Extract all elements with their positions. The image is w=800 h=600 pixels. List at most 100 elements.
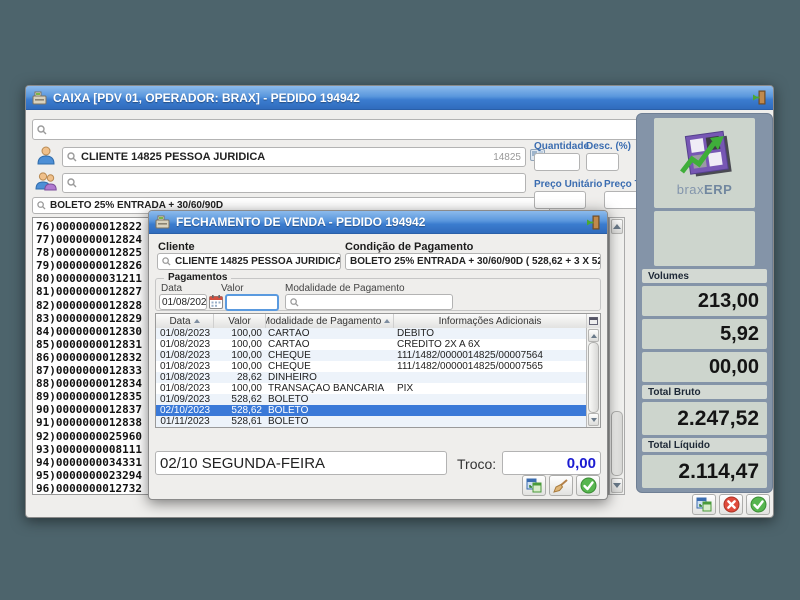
transfer-icon <box>696 497 712 512</box>
arrow-up-icon <box>591 334 597 338</box>
item-list-scrollbar[interactable] <box>609 217 625 495</box>
preco-unitario-label: Preço Unitário <box>534 179 602 190</box>
dialog-condicao-value: BOLETO 25% ENTRADA + 30/60/90D ( 528,62 … <box>350 256 601 267</box>
payment-cell-valor: 528,62 <box>214 394 266 405</box>
clear-button[interactable] <box>549 475 573 496</box>
scroll-down-button[interactable] <box>588 413 599 426</box>
calendar-icon[interactable] <box>209 295 223 309</box>
scroll-up-button[interactable] <box>611 219 623 234</box>
fechamento-dialog: FECHAMENTO DE VENDA - PEDIDO 194942 Clie… <box>148 210 608 500</box>
due-date-display[interactable]: 02/10 SEGUNDA-FEIRA <box>155 451 447 475</box>
preco-unitario-input[interactable] <box>534 191 586 209</box>
dialog-titlebar[interactable]: FECHAMENTO DE VENDA - PEDIDO 194942 <box>149 211 607 234</box>
payment-cell-valor: 100,00 <box>214 383 266 394</box>
caixa-titlebar[interactable]: CAIXA [PDV 01, OPERADOR: BRAX] - PEDIDO … <box>26 86 773 110</box>
payment-cell-valor: 528,62 <box>214 405 266 416</box>
dialog-action-buttons <box>522 475 600 496</box>
search-icon <box>162 257 171 266</box>
payment-row[interactable]: 01/09/2023528,62BOLETO <box>156 394 587 405</box>
payment-row[interactable]: 01/08/2023100,00CHEQUE111/1482/000001482… <box>156 361 587 372</box>
exit-door-icon[interactable] <box>751 90 767 105</box>
transfer-button[interactable] <box>692 494 716 515</box>
dialog-title: FECHAMENTO DE VENDA - PEDIDO 194942 <box>176 215 579 229</box>
modalidade-label: Modalidade de Pagamento <box>285 283 405 294</box>
payment-cell-info: DÉBITO <box>394 328 587 339</box>
quantidade-label: Quantidade <box>534 141 589 152</box>
payment-cell-modalidade: CARTÃO <box>266 339 394 350</box>
data-label: Data <box>161 283 182 294</box>
cash-register-icon <box>32 91 47 105</box>
payment-cell-modalidade: BOLETO <box>266 416 394 427</box>
panel-spacer <box>654 211 755 266</box>
sort-asc-icon <box>384 319 390 323</box>
total-bruto-value: 2.247,52 <box>642 402 767 435</box>
quantidade-input[interactable] <box>534 153 580 171</box>
search-icon <box>37 201 46 210</box>
cancel-icon <box>723 496 740 513</box>
payment-row[interactable]: 01/08/2023100,00CARTÃOCRÉDITO 2X A 6X <box>156 339 587 350</box>
payment-row[interactable]: 02/10/2023528,62BOLETO <box>156 405 587 416</box>
troco-label: Troco: <box>457 456 496 472</box>
data-input[interactable]: 01/08/2023 <box>159 294 207 310</box>
payment-cell-info <box>394 372 587 383</box>
troco-field[interactable]: 0,00 <box>502 451 601 475</box>
total-liquido-value: 2.114,47 <box>642 455 767 488</box>
total-liquido-label: Total Líquido <box>642 438 767 452</box>
sort-asc-icon <box>194 319 200 323</box>
header-valor[interactable]: Valor <box>214 314 266 328</box>
scrollbar-thumb[interactable] <box>611 411 623 476</box>
header-info[interactable]: Informações Adicionais <box>394 314 587 328</box>
payment-cell-valor: 528,61 <box>214 416 266 427</box>
payment-cell-valor: 100,00 <box>214 328 266 339</box>
payment-row[interactable]: 01/08/2023100,00CARTÃODÉBITO <box>156 328 587 339</box>
payment-row[interactable]: 01/08/2023100,00CHEQUE111/1482/000001482… <box>156 350 587 361</box>
cliente-label: Cliente <box>158 241 195 253</box>
payments-table-header[interactable]: Data Valor Modalidade de Pagamento 2 Inf… <box>156 314 600 329</box>
brand-logo-block: braxERP <box>654 118 755 208</box>
broom-icon <box>553 479 569 493</box>
dialog-cliente-input[interactable]: CLIENTE 14825 PESSOA JURIDICA <box>157 253 341 270</box>
client-input[interactable]: CLIENTE 14825 PESSOA JURIDICA 14825 <box>62 147 526 167</box>
header-modalidade[interactable]: Modalidade de Pagamento 2 <box>266 314 394 328</box>
confirm-button[interactable] <box>746 494 770 515</box>
valor-label: Valor <box>221 283 244 294</box>
payment-cell-data: 01/08/2023 <box>156 339 214 350</box>
desconto-input[interactable] <box>586 153 619 171</box>
save-payments-button[interactable] <box>522 475 546 496</box>
tertiary-value: 00,00 <box>642 352 767 382</box>
payment-cell-data: 01/08/2023 <box>156 350 214 361</box>
payment-cell-data: 02/10/2023 <box>156 405 214 416</box>
payment-row[interactable]: 01/11/2023528,61BOLETO <box>156 416 587 427</box>
payment-cell-info: 111/1482/0000014825/00007565 <box>394 361 587 372</box>
exit-door-icon[interactable] <box>585 215 601 230</box>
table-scrollbar[interactable] <box>586 328 600 427</box>
dialog-condicao-input[interactable]: BOLETO 25% ENTRADA + 30/60/90D ( 528,62 … <box>345 253 601 270</box>
cancel-button[interactable] <box>719 494 743 515</box>
modalidade-input[interactable] <box>285 294 453 310</box>
payment-cell-data: 01/08/2023 <box>156 361 214 372</box>
arrow-up-icon <box>613 224 621 229</box>
data-value: 01/08/2023 <box>162 297 207 308</box>
product-search-input[interactable] <box>32 119 639 140</box>
payment-cell-data: 01/08/2023 <box>156 383 214 394</box>
scrollbar-thumb[interactable] <box>588 342 599 413</box>
scroll-down-button[interactable] <box>611 478 623 493</box>
scroll-up-button[interactable] <box>588 329 599 342</box>
confirm-sale-button[interactable] <box>576 475 600 496</box>
payments-table: Data Valor Modalidade de Pagamento 2 Inf… <box>155 313 601 428</box>
payment-row[interactable]: 01/08/202328,62DINHEIRO <box>156 372 587 383</box>
payment-cell-data: 01/09/2023 <box>156 394 214 405</box>
payment-cell-info: PIX <box>394 383 587 394</box>
brand-name: braxERP <box>677 182 733 197</box>
header-data[interactable]: Data <box>156 314 214 328</box>
payment-cell-data: 01/08/2023 <box>156 328 214 339</box>
seller-input[interactable] <box>62 173 526 193</box>
arrow-down-icon <box>591 418 597 422</box>
search-icon <box>37 125 47 135</box>
column-options-icon[interactable] <box>587 314 600 328</box>
payment-cell-valor: 28,62 <box>214 372 266 383</box>
valor-input[interactable] <box>225 294 279 311</box>
payment-row[interactable]: 01/08/2023100,00TRANSAÇÃO BANCÁRIAPIX <box>156 383 587 394</box>
payment-cell-valor: 100,00 <box>214 350 266 361</box>
seller-icon <box>34 170 58 192</box>
